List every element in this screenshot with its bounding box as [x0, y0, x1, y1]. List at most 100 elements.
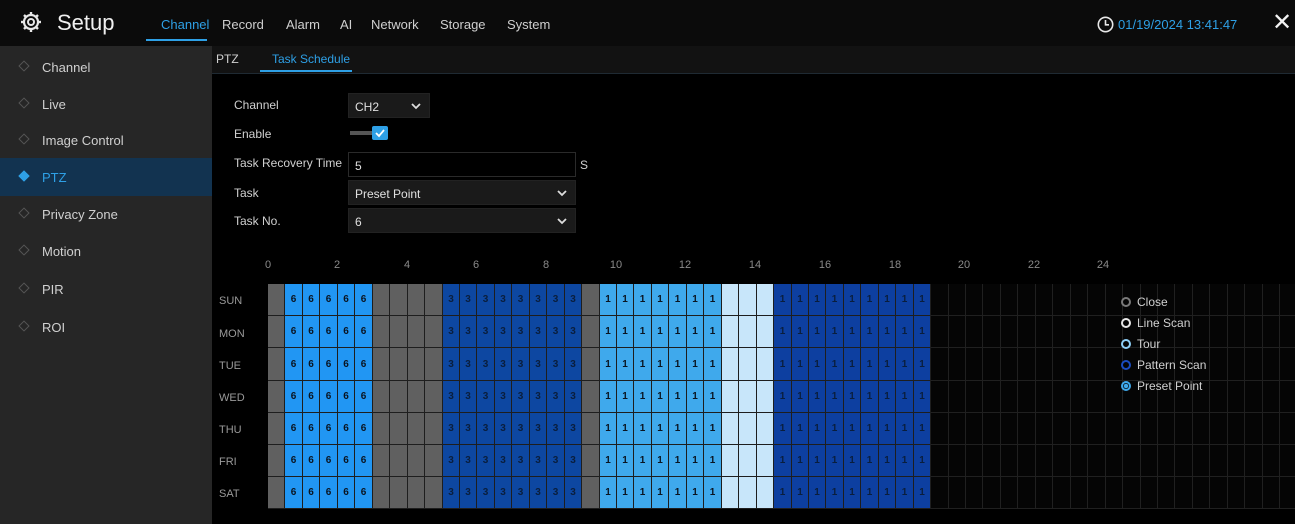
schedule-slot[interactable] [390, 316, 408, 348]
schedule-slot[interactable] [1210, 348, 1228, 381]
schedule-slot[interactable]: 3 [460, 477, 477, 509]
schedule-slot[interactable]: 1 [652, 316, 669, 348]
sidebar-item-roi[interactable]: ROI [0, 308, 212, 346]
schedule-slot[interactable] [983, 445, 1001, 477]
schedule-slot[interactable]: 1 [669, 445, 687, 477]
nav-alarm[interactable]: Alarm [286, 17, 320, 33]
schedule-slot[interactable]: 6 [285, 348, 303, 381]
schedule-slot[interactable] [582, 284, 600, 316]
schedule-slot[interactable]: 1 [617, 381, 634, 413]
schedule-slot[interactable]: 1 [669, 348, 687, 381]
schedule-slot[interactable] [983, 316, 1001, 348]
schedule-slot[interactable]: 6 [303, 348, 320, 381]
schedule-slot[interactable]: 6 [338, 381, 355, 413]
schedule-slot[interactable]: 6 [303, 284, 320, 316]
schedule-slot[interactable]: 1 [896, 477, 914, 509]
schedule-slot[interactable] [739, 348, 757, 381]
schedule-slot[interactable]: 6 [320, 348, 338, 381]
schedule-slot[interactable]: 3 [443, 284, 460, 316]
schedule-slot[interactable] [983, 413, 1001, 445]
schedule-slot[interactable]: 6 [303, 381, 320, 413]
schedule-slot[interactable] [1018, 381, 1036, 413]
schedule-slot[interactable]: 1 [861, 445, 879, 477]
schedule-slot[interactable] [931, 445, 949, 477]
schedule-slot[interactable] [1245, 381, 1263, 413]
schedule-slot[interactable]: 1 [600, 413, 617, 445]
schedule-slot[interactable]: 3 [512, 381, 530, 413]
schedule-slot[interactable] [1141, 413, 1158, 445]
schedule-slot[interactable]: 1 [669, 413, 687, 445]
schedule-slot[interactable] [757, 284, 774, 316]
schedule-slot[interactable]: 3 [530, 348, 547, 381]
schedule-slot[interactable] [1071, 284, 1088, 316]
schedule-slot[interactable]: 1 [704, 381, 722, 413]
schedule-slot[interactable]: 1 [600, 381, 617, 413]
schedule-slot[interactable] [1001, 284, 1018, 316]
schedule-slot[interactable]: 1 [792, 445, 809, 477]
schedule-slot[interactable]: 3 [565, 316, 582, 348]
schedule-slot[interactable]: 1 [634, 413, 652, 445]
schedule-slot[interactable]: 1 [617, 413, 634, 445]
schedule-slot[interactable] [1263, 316, 1280, 348]
schedule-slot[interactable]: 1 [914, 316, 931, 348]
task-no-select[interactable]: 6 [348, 208, 576, 233]
schedule-slot[interactable] [1001, 316, 1018, 348]
schedule-slot[interactable] [582, 445, 600, 477]
schedule-slot[interactable] [949, 348, 966, 381]
schedule-slot[interactable]: 3 [547, 316, 565, 348]
schedule-slot[interactable]: 3 [530, 445, 547, 477]
schedule-slot[interactable]: 3 [495, 348, 512, 381]
schedule-slot[interactable]: 1 [809, 477, 826, 509]
schedule-slot[interactable]: 1 [844, 348, 861, 381]
schedule-slot[interactable] [983, 477, 1001, 509]
schedule-slot[interactable]: 3 [530, 381, 547, 413]
schedule-slot[interactable]: 6 [285, 413, 303, 445]
schedule-slot[interactable] [722, 445, 739, 477]
schedule-slot[interactable] [1001, 348, 1018, 381]
schedule-slot[interactable] [1053, 445, 1071, 477]
schedule-slot[interactable]: 1 [896, 348, 914, 381]
schedule-slot[interactable] [1071, 477, 1088, 509]
schedule-slot[interactable] [373, 316, 390, 348]
sidebar-item-channel[interactable]: Channel [0, 48, 212, 86]
schedule-slot[interactable]: 3 [460, 413, 477, 445]
schedule-slot[interactable]: 1 [879, 348, 896, 381]
schedule-slot[interactable]: 1 [687, 284, 704, 316]
schedule-slot[interactable] [1193, 445, 1210, 477]
schedule-slot[interactable]: 1 [704, 348, 722, 381]
schedule-slot[interactable]: 1 [652, 348, 669, 381]
schedule-slot[interactable]: 1 [687, 316, 704, 348]
schedule-slot[interactable] [268, 316, 285, 348]
schedule-slot[interactable]: 6 [285, 316, 303, 348]
schedule-slot[interactable] [1228, 413, 1245, 445]
schedule-slot[interactable]: 6 [303, 413, 320, 445]
schedule-slot[interactable]: 1 [600, 316, 617, 348]
schedule-slot[interactable] [1263, 477, 1280, 509]
schedule-slot[interactable]: 3 [547, 381, 565, 413]
schedule-slot[interactable]: 1 [634, 381, 652, 413]
schedule-slot[interactable] [373, 348, 390, 381]
schedule-slot[interactable]: 1 [826, 284, 844, 316]
schedule-slot[interactable] [949, 284, 966, 316]
schedule-slot[interactable]: 1 [687, 413, 704, 445]
schedule-slot[interactable]: 1 [704, 477, 722, 509]
schedule-slot[interactable]: 1 [809, 348, 826, 381]
schedule-slot[interactable]: 1 [896, 381, 914, 413]
schedule-slot[interactable] [582, 413, 600, 445]
schedule-slot[interactable] [1280, 316, 1295, 348]
schedule-slot[interactable]: 3 [547, 413, 565, 445]
sidebar-item-pir[interactable]: PIR [0, 270, 212, 308]
schedule-slot[interactable]: 3 [530, 413, 547, 445]
schedule-slot[interactable]: 1 [600, 477, 617, 509]
schedule-slot[interactable]: 1 [652, 445, 669, 477]
schedule-slot[interactable]: 1 [600, 445, 617, 477]
schedule-slot[interactable] [425, 348, 443, 381]
schedule-slot[interactable]: 1 [792, 348, 809, 381]
schedule-slot[interactable]: 6 [355, 413, 373, 445]
schedule-slot[interactable]: 3 [443, 413, 460, 445]
schedule-slot[interactable] [425, 381, 443, 413]
schedule-slot[interactable]: 3 [495, 445, 512, 477]
schedule-slot[interactable] [949, 381, 966, 413]
schedule-slot[interactable] [1210, 445, 1228, 477]
schedule-slot[interactable] [1071, 413, 1088, 445]
